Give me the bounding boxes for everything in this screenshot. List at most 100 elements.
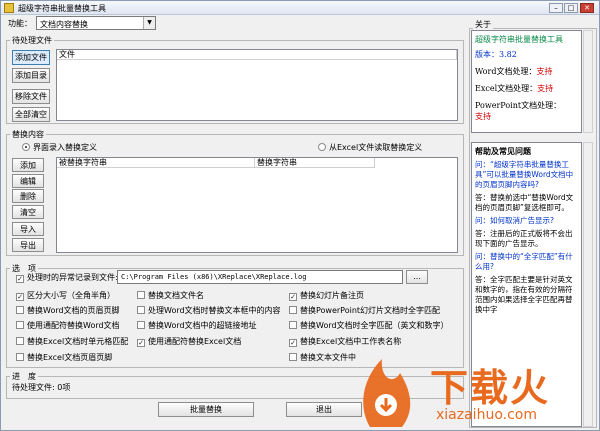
option-label: 替换幻灯片备注页 [300, 291, 364, 300]
import-button[interactable]: 导入 [12, 222, 44, 236]
help-question-2[interactable]: 问：如何取消广告显示? [475, 216, 578, 226]
log-errors-checkbox[interactable]: ✓ 处理时的异常记录到文件: [16, 273, 118, 283]
option-text-file[interactable]: 替换文本文件中 [289, 353, 356, 363]
replace-string-column-header[interactable]: 替换字符串 [255, 158, 375, 168]
option-excel-header-footer[interactable]: 替换Excel文档页眉页脚 [16, 353, 112, 363]
checkbox-icon [16, 306, 24, 314]
option-label: 使用通配符替换Word文档 [27, 321, 120, 330]
watermark-logo: 下载火 xiazaihuo.com [356, 349, 600, 431]
file-list[interactable]: 文件 [56, 49, 458, 121]
about-version: 版本：3.82 [475, 50, 517, 59]
log-path-input[interactable]: C:\Program Files (x86)\XReplace\XReplace… [117, 270, 403, 284]
edit-button[interactable]: 编辑 [12, 174, 44, 188]
option-label: 替换文档文件名 [148, 291, 204, 300]
pending-files-label: 待处理文件 [10, 35, 54, 46]
option-label: 使用通配符替换Excel文档 [148, 337, 242, 346]
help-answer-1: 答：替换前选中“替换Word文档的页眉页脚”复选框即可。 [475, 193, 574, 212]
checkbox-icon [16, 337, 24, 345]
about-scrollbar[interactable] [583, 30, 593, 133]
help-question-3[interactable]: 问：替换中的“全字匹配”有什么用? [475, 252, 578, 272]
about-group-label: 关于 [473, 19, 493, 30]
add-file-button[interactable]: 添加文件 [12, 50, 50, 65]
help-question-1[interactable]: 问：“超级字符串批量替换工具”可以批量替换Word文档中的页眉页脚内容吗? [475, 160, 578, 190]
option-label: 替换Excel文档时单元格匹配 [27, 337, 129, 346]
checkbox-icon [289, 321, 297, 329]
option-label: 替换Word文档时全字匹配（英文和数字） [300, 321, 449, 330]
radio-excel-label: 从Excel文件读取替换定义 [329, 143, 423, 152]
minimize-button[interactable]: – [549, 3, 563, 13]
check-icon: ✓ [289, 339, 297, 347]
radio-dot-icon [22, 143, 30, 151]
add-folder-button[interactable]: 添加目录 [12, 68, 50, 83]
clear-button[interactable]: 清空 [12, 205, 44, 219]
radio-excel-definition[interactable]: 从Excel文件读取替换定义 [318, 143, 422, 153]
option-label: 替换文本文件中 [300, 353, 356, 362]
checkbox-icon [289, 306, 297, 314]
add-button[interactable]: 添加 [12, 158, 44, 172]
about-word-support: Word文档处理：支持 [475, 67, 553, 76]
about-app-name: 超级字符串批量替换工具 [475, 35, 563, 44]
option-label: 替换Excel文档中工作表名称 [300, 337, 402, 346]
option-label: 替换Word文档中的超链接地址 [148, 321, 257, 330]
check-icon: ✓ [137, 339, 145, 347]
option-label: 区分大小写（全角半角） [27, 291, 115, 300]
option-excel-sheet-name[interactable]: ✓ 替换Excel文档中工作表名称 [289, 337, 401, 347]
checkbox-icon [137, 306, 145, 314]
help-answer-2: 答：注册后的正式版将不会出现下面的广告显示。 [475, 229, 573, 248]
option-label: 替换Word文档的页眉页脚 [27, 306, 120, 315]
chevron-down-icon[interactable]: ▼ [143, 17, 155, 29]
option-excel-wildcard[interactable]: ✓ 使用通配符替换Excel文档 [137, 337, 241, 347]
option-word-hyperlink[interactable]: 替换Word文档中的超链接地址 [137, 321, 257, 331]
clear-all-button[interactable]: 全部清空 [12, 107, 50, 122]
exit-button[interactable]: 退出 [286, 402, 362, 417]
option-word-header-footer[interactable]: 替换Word文档的页眉页脚 [16, 306, 120, 316]
option-word-textbox[interactable]: 处理Word文档时替换文本框中的内容 [137, 306, 281, 316]
option-excel-cell-match[interactable]: 替换Excel文档时单元格匹配 [16, 337, 128, 347]
option-label: 处理Word文档时替换文本框中的内容 [148, 306, 281, 315]
option-ppt-whole-word[interactable]: 替换PowerPoint幻灯片文档时全字匹配 [289, 306, 440, 316]
check-icon: ✓ [16, 293, 24, 301]
title-bar[interactable]: 超级字符串批量替换工具 – □ ✕ [1, 1, 599, 15]
about-box: 超级字符串批量替换工具 版本：3.82 Word文档处理：支持 Excel文档处… [471, 30, 582, 133]
app-icon [4, 3, 14, 13]
delete-button[interactable]: 删除 [12, 189, 44, 203]
check-icon: ✓ [289, 293, 297, 301]
checkbox-icon [137, 321, 145, 329]
about-excel-support: Excel文档处理：支持 [475, 84, 554, 93]
maximize-button[interactable]: □ [564, 3, 578, 13]
check-icon: ✓ [16, 275, 24, 283]
checkbox-icon [289, 353, 297, 361]
close-button[interactable]: ✕ [580, 3, 594, 13]
progress-label: 进 度 [10, 371, 38, 382]
option-word-wildcard[interactable]: 使用通配符替换Word文档 [16, 321, 120, 331]
export-button[interactable]: 导出 [12, 238, 44, 252]
function-select[interactable]: 文档内容替换 ▼ [36, 16, 156, 30]
function-select-value: 文档内容替换 [40, 20, 88, 29]
checkbox-icon [16, 321, 24, 329]
help-title: 帮助及常见问题 [475, 147, 531, 156]
checkbox-icon [137, 291, 145, 299]
radio-dot-icon [318, 143, 326, 151]
replace-list[interactable]: 被替换字符串 替换字符串 [56, 157, 458, 253]
option-word-whole-word[interactable]: 替换Word文档时全字匹配（英文和数字） [289, 321, 449, 331]
help-answer-3: 答：全字匹配主要是针对英文和数字的，指在有效的分隔符范围内如果选择全字匹配再替换… [475, 275, 573, 314]
option-slide-notes[interactable]: ✓ 替换幻灯片备注页 [289, 291, 364, 301]
file-column-header[interactable]: 文件 [57, 50, 457, 60]
function-label: 功能： [8, 19, 32, 28]
batch-replace-button[interactable]: 批量替换 [158, 402, 254, 417]
pending-count-text: 待处理文件: 0项 [12, 383, 71, 392]
window-title: 超级字符串批量替换工具 [18, 4, 106, 13]
find-string-column-header[interactable]: 被替换字符串 [57, 158, 255, 168]
about-ppt-support: PowerPoint文档处理： 支持 [475, 101, 562, 121]
option-case-sensitive[interactable]: ✓ 区分大小写（全角半角） [16, 291, 115, 301]
remove-file-button[interactable]: 移除文件 [12, 89, 50, 104]
radio-manual-label: 界面录入替换定义 [33, 143, 97, 152]
option-replace-filename[interactable]: 替换文档文件名 [137, 291, 204, 301]
replace-content-label: 替换内容 [10, 129, 46, 140]
browse-button[interactable]: ... [406, 270, 428, 284]
log-errors-label: 处理时的异常记录到文件: [27, 273, 118, 282]
watermark-text: 下载火 [430, 366, 551, 410]
radio-manual-definition[interactable]: 界面录入替换定义 [22, 143, 97, 153]
watermark-url: xiazaihuo.com [436, 407, 537, 423]
option-label: 替换Excel文档页眉页脚 [27, 353, 113, 362]
